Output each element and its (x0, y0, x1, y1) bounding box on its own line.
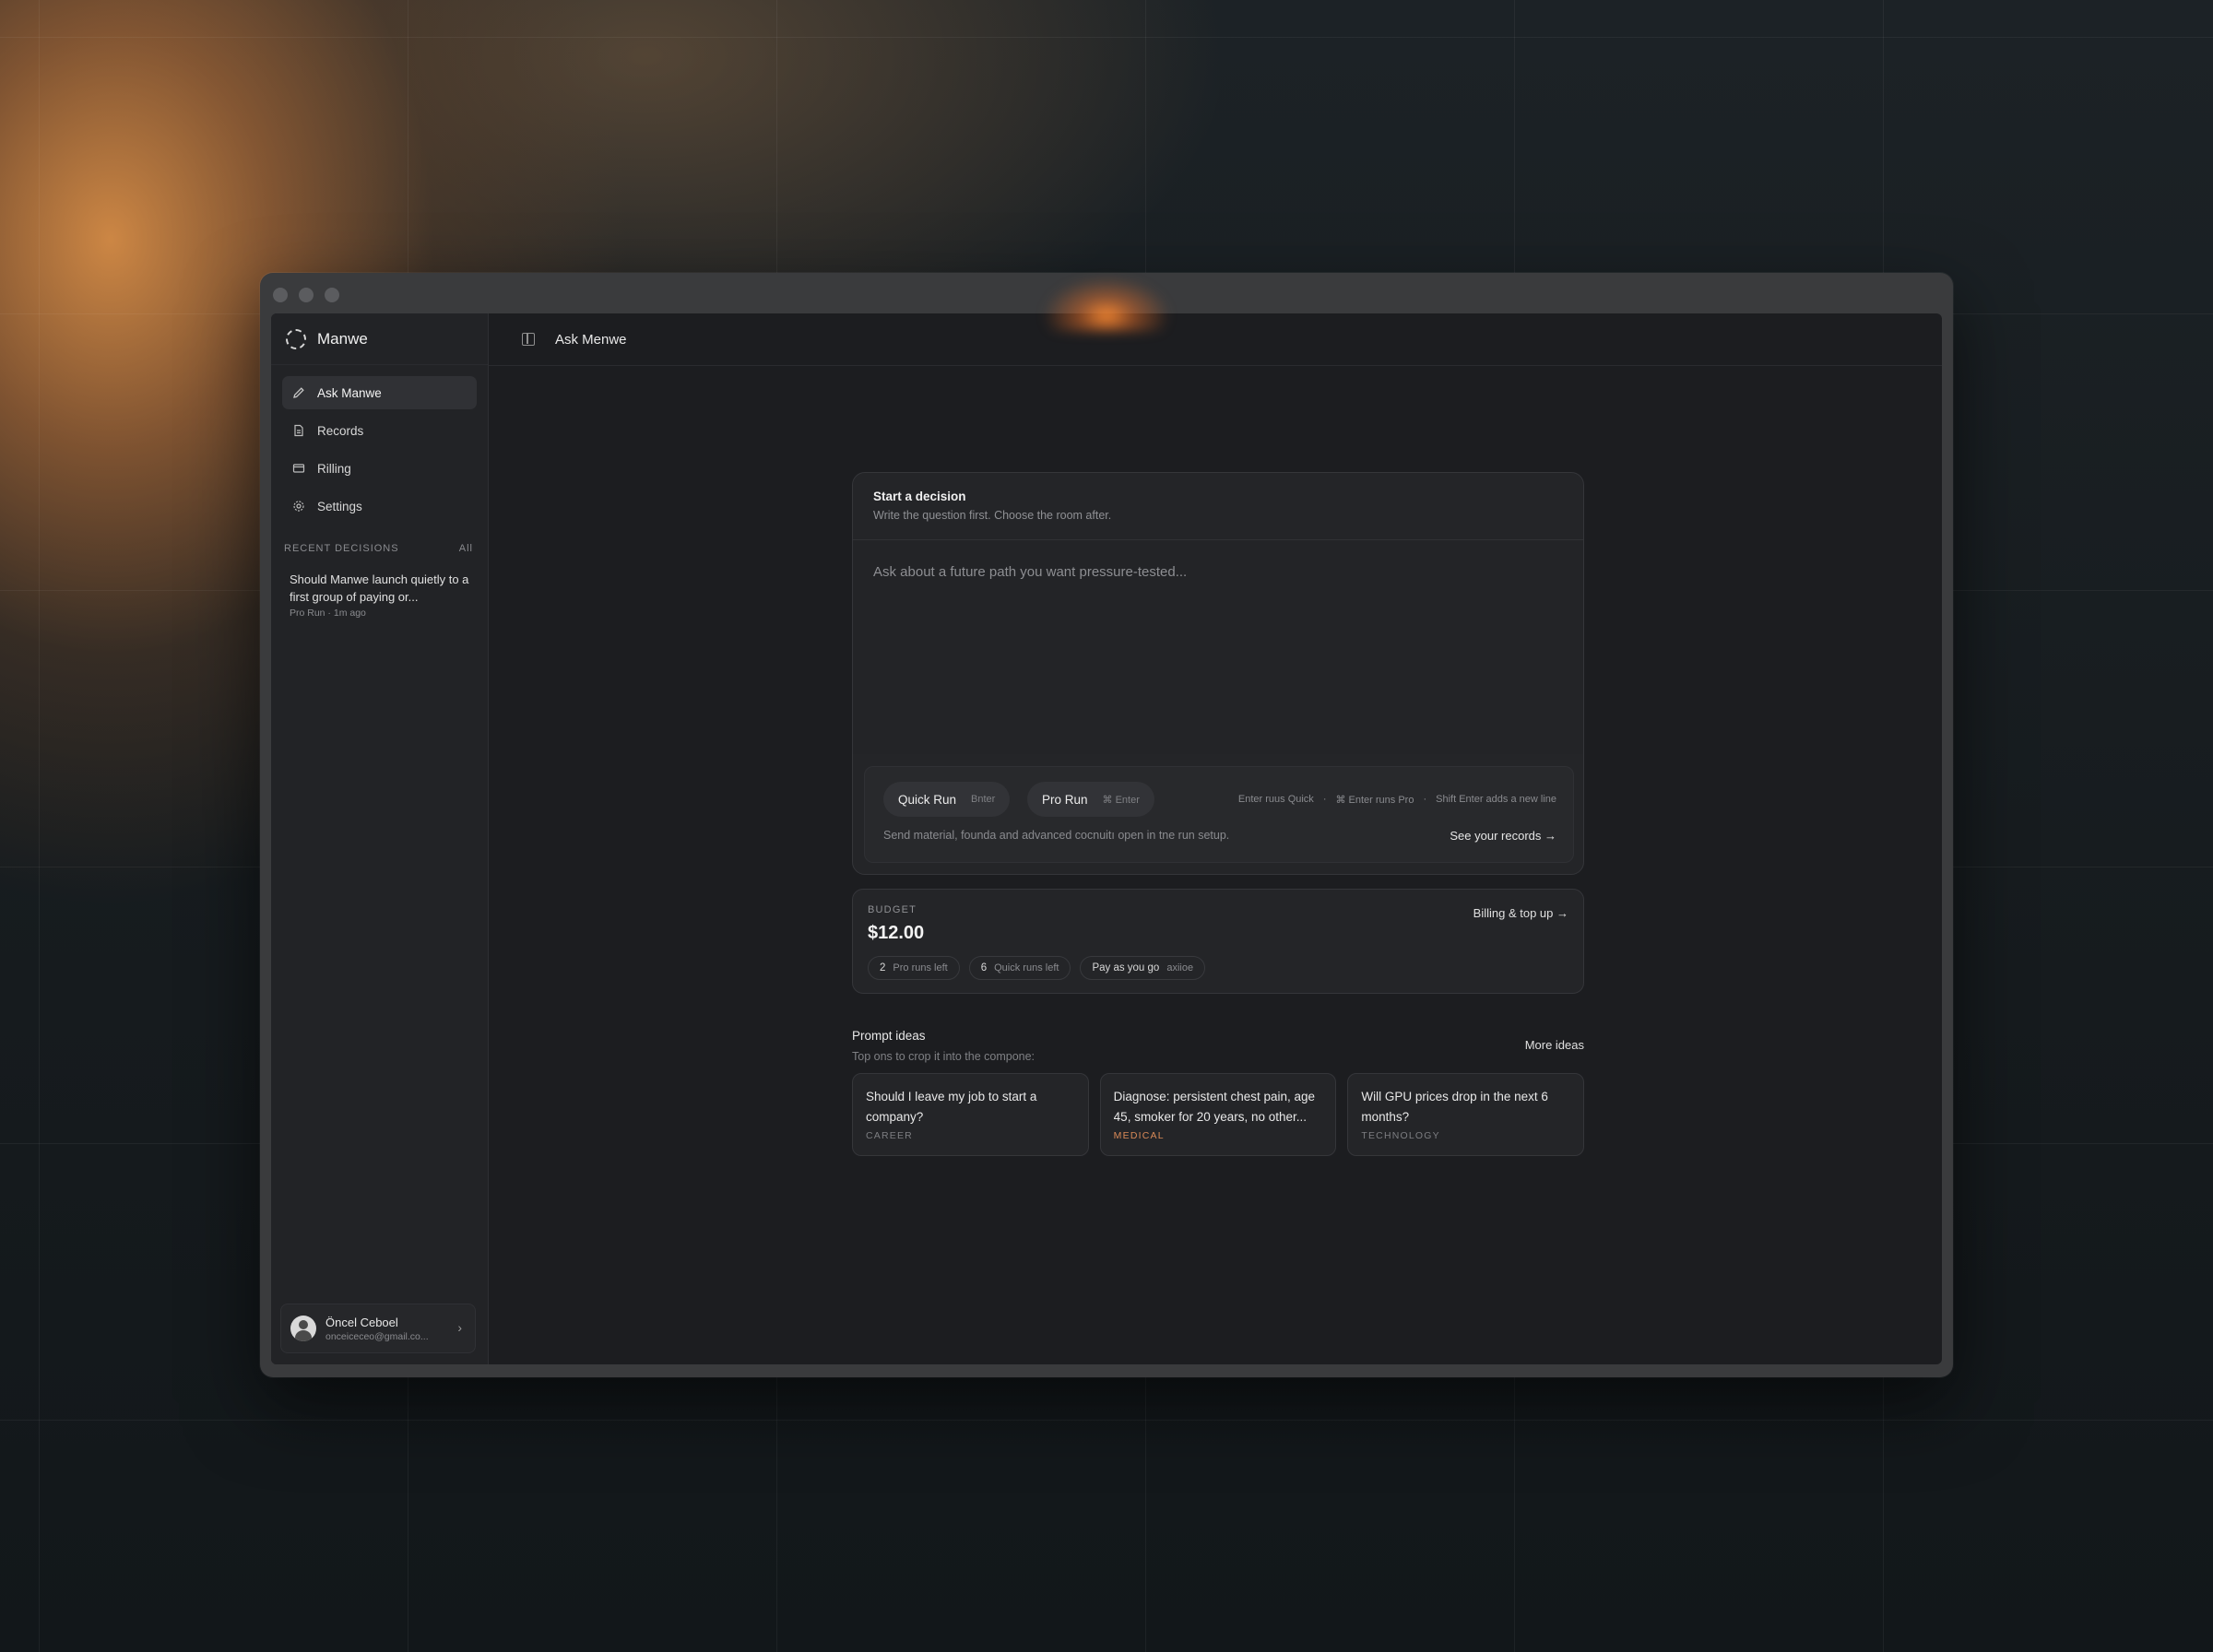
avatar (290, 1316, 316, 1341)
chip-text: Pro runs left (893, 962, 948, 974)
manwe-logo-icon (286, 328, 306, 349)
recent-decision-title: Should Manwe launch quietly to a first g… (290, 572, 469, 604)
user-email: onceiceceo@gmail.co... (325, 1330, 429, 1342)
sidebar-nav: Ask Manwe Records Rilling Settings (271, 365, 488, 523)
top-glow (1042, 277, 1171, 332)
sidebar-item-records[interactable]: Records (282, 414, 477, 447)
pay-as-you-go-chip[interactable]: Pay as you go axiioe (1080, 956, 1206, 980)
question-input[interactable]: Ask about a future path you want pressur… (853, 540, 1583, 754)
recent-decisions-heading: RECENT DECISIONS (284, 543, 399, 554)
quick-run-shortcut: Bnter (971, 794, 996, 805)
app-name: Manwe (317, 329, 368, 348)
idea-card-medical[interactable]: Diagnose: persistent chest pain, age 45,… (1099, 1073, 1337, 1156)
idea-tag: MEDICAL (1113, 1130, 1165, 1141)
idea-card-technology[interactable]: Will GPU prices drop in the next 6 month… (1347, 1073, 1585, 1156)
keyboard-hints: Enter ruus Quick · ⌘ Enter runs Pro · Sh… (1238, 794, 1556, 806)
recent-all-link[interactable]: All (459, 543, 473, 554)
quick-runs-chip: 6 Quick runs left (968, 956, 1071, 980)
gear-icon (291, 499, 306, 513)
sidebar-item-billing[interactable]: Rilling (282, 452, 477, 485)
sidebar-item-label: Records (317, 423, 364, 438)
hint-separator: · (1423, 794, 1427, 805)
chip-value: Pay as you go (1092, 962, 1160, 974)
pro-run-label: Pro Run (1042, 792, 1088, 807)
user-account-button[interactable]: Öncel Ceboel onceiceceo@gmail.co... › (280, 1304, 476, 1353)
idea-text: Should I leave my job to start a company… (866, 1090, 1037, 1124)
sidebar-item-label: Rilling (317, 461, 351, 476)
composer-subtitle: Write the question first. Choose the roo… (873, 509, 1112, 522)
card-icon (291, 461, 306, 476)
user-info: Öncel Ceboel onceiceceo@gmail.co... (325, 1316, 429, 1342)
hint-pro: ⌘ Enter runs Pro (1335, 795, 1414, 806)
composer-note: Send material, founda and advanced cocnu… (883, 829, 1230, 842)
minimize-window-button[interactable] (299, 288, 314, 302)
prompt-ideas-list: Should I leave my job to start a company… (852, 1073, 1585, 1156)
sidebar-item-ask-manwe[interactable]: Ask Manwe (282, 376, 477, 409)
pro-run-button[interactable]: Pro Run ⌘ Enter (1027, 782, 1154, 817)
budget-card: BUDGET $12.00 Billing & top up → 2 Pro r… (852, 889, 1584, 994)
app-content: Manwe Ask Manwe Records Rilling Settings… (271, 313, 1942, 1364)
composer-footer: Quick Run Bnter Pro Run ⌘ Enter Enter ru… (864, 766, 1574, 863)
decision-composer: Start a decision Write the question firs… (852, 472, 1584, 875)
more-ideas-link[interactable]: More ideas (1525, 1038, 1584, 1052)
see-records-link[interactable]: See your records → (1450, 829, 1556, 843)
quick-run-button[interactable]: Quick Run Bnter (883, 782, 1011, 817)
prompt-ideas-subtitle: Top ons to crop it into the compone: (852, 1050, 1035, 1063)
budget-amount: $12.00 (868, 923, 925, 943)
pro-runs-chip: 2 Pro runs left (868, 956, 960, 980)
question-placeholder: Ask about a future path you want pressur… (873, 564, 1188, 580)
budget-chips: 2 Pro runs left 6 Quick runs left Pay as… (868, 956, 1206, 980)
idea-tag: CAREER (866, 1130, 913, 1141)
close-window-button[interactable] (273, 288, 288, 302)
chevron-right-icon: › (457, 1320, 462, 1335)
zoom-window-button[interactable] (325, 288, 339, 302)
hint-quick: Enter ruus Quick (1237, 794, 1314, 805)
hint-separator: · (1322, 794, 1327, 805)
sidebar-item-settings[interactable]: Settings (282, 490, 477, 523)
page-title: Ask Menwe (555, 331, 627, 348)
app-window: Manwe Ask Manwe Records Rilling Settings… (260, 273, 1953, 1377)
chip-value: 6 (980, 962, 988, 974)
recent-decision-item[interactable]: Should Manwe launch quietly to a first g… (290, 571, 473, 619)
sidebar-toggle-icon[interactable] (522, 333, 535, 346)
chip-text: Quick runs left (994, 962, 1059, 974)
budget-label: BUDGET (868, 904, 917, 915)
idea-text: Diagnose: persistent chest pain, age 45,… (1113, 1090, 1316, 1124)
composer-title: Start a decision (873, 490, 966, 503)
hint-newline: Shift Enter adds a new line (1436, 794, 1556, 805)
idea-card-career[interactable]: Should I leave my job to start a company… (852, 1073, 1089, 1156)
composer-header: Start a decision Write the question firs… (853, 473, 1583, 540)
user-name: Öncel Ceboel (325, 1315, 398, 1329)
sidebar-item-label: Settings (317, 499, 362, 513)
sidebar: Manwe Ask Manwe Records Rilling Settings… (271, 313, 489, 1364)
prompt-ideas-header: Prompt ideas Top ons to crop it into the… (852, 1029, 1584, 1063)
recent-decisions-header: RECENT DECISIONS All (284, 543, 473, 554)
idea-text: Will GPU prices drop in the next 6 month… (1361, 1090, 1548, 1124)
chip-text: axiioe (1166, 962, 1194, 974)
quick-run-label: Quick Run (898, 792, 957, 807)
idea-tag: TECHNOLOGY (1361, 1130, 1440, 1141)
topbar: Ask Menwe (489, 313, 1942, 366)
pro-run-shortcut: ⌘ Enter (1102, 794, 1140, 806)
pen-icon (291, 385, 306, 400)
billing-top-up-link[interactable]: Billing & top up → (1473, 906, 1568, 920)
chip-value: 2 (880, 962, 886, 974)
sidebar-item-label: Ask Manwe (317, 385, 382, 400)
document-icon (291, 423, 306, 438)
main-panel: Ask Menwe Start a decision Write the que… (489, 313, 1942, 1364)
prompt-ideas-title: Prompt ideas (852, 1029, 926, 1043)
brand[interactable]: Manwe (271, 313, 488, 365)
recent-decision-meta: Pro Run · 1m ago (290, 608, 366, 619)
